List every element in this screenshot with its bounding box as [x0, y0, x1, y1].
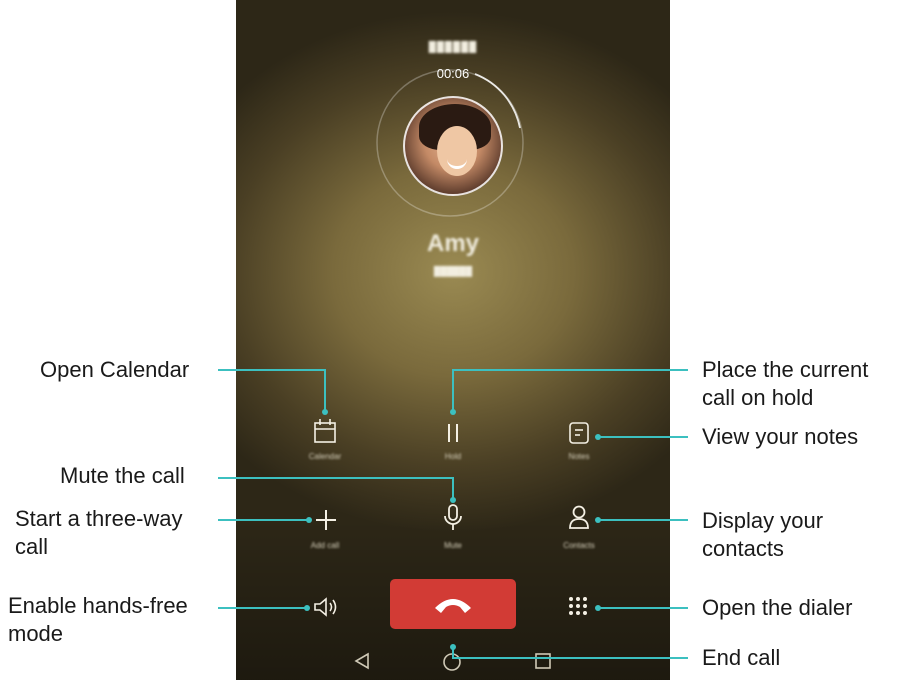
callout-contacts: Display your contacts [702, 507, 823, 563]
plus-icon[interactable] [315, 509, 337, 531]
person-icon[interactable] [568, 505, 590, 529]
add-call-label: Add call [310, 541, 340, 550]
back-triangle-icon[interactable] [354, 652, 370, 670]
contact-subtitle: ██████ [433, 266, 473, 276]
dialpad-icon[interactable] [568, 596, 588, 616]
callout-hands-free: Enable hands-free mode [8, 592, 188, 648]
caller-number: ██████ [428, 42, 478, 53]
hold-label: Hold [444, 452, 462, 461]
microphone-icon[interactable] [443, 504, 463, 532]
contact-avatar [403, 96, 503, 196]
callout-open-dialer: Open the dialer [702, 595, 853, 620]
callout-hands-free-line1: Enable hands-free [8, 593, 188, 618]
calendar-icon[interactable] [314, 418, 336, 444]
callout-three-way: Start a three-way call [15, 505, 183, 561]
phone-hangup-icon [435, 599, 471, 613]
callout-three-way-line1: Start a three-way [15, 506, 183, 531]
home-circle-icon[interactable] [442, 652, 462, 672]
callout-contacts-line2: contacts [702, 536, 784, 561]
callout-view-notes: View your notes [702, 424, 859, 449]
notes-label: Notes [568, 452, 590, 461]
phone-screen: ██████ 00:06 Amy ██████ Calendar Hold No… [236, 0, 670, 680]
callout-place-hold: Place the current call on hold [702, 356, 868, 412]
mute-label: Mute [444, 541, 462, 550]
speaker-icon[interactable] [313, 597, 339, 617]
notes-icon[interactable] [569, 422, 589, 444]
callout-open-calendar: Open Calendar [40, 357, 190, 382]
callout-place-hold-line2: call on hold [702, 385, 814, 410]
callout-place-hold-line1: Place the current [702, 357, 869, 382]
callout-contacts-line1: Display your [702, 508, 824, 533]
contacts-label: Contacts [563, 541, 595, 550]
end-call-button[interactable] [390, 579, 516, 629]
calendar-label: Calendar [308, 452, 342, 461]
pause-icon[interactable] [444, 422, 462, 444]
callout-mute-call: Mute the call [60, 463, 185, 488]
contact-name: Amy [426, 230, 480, 257]
callout-end-call: End call [702, 645, 781, 670]
callout-hands-free-line2: mode [8, 621, 64, 646]
recent-square-icon[interactable] [534, 652, 552, 670]
callout-three-way-line2: call [15, 534, 49, 559]
